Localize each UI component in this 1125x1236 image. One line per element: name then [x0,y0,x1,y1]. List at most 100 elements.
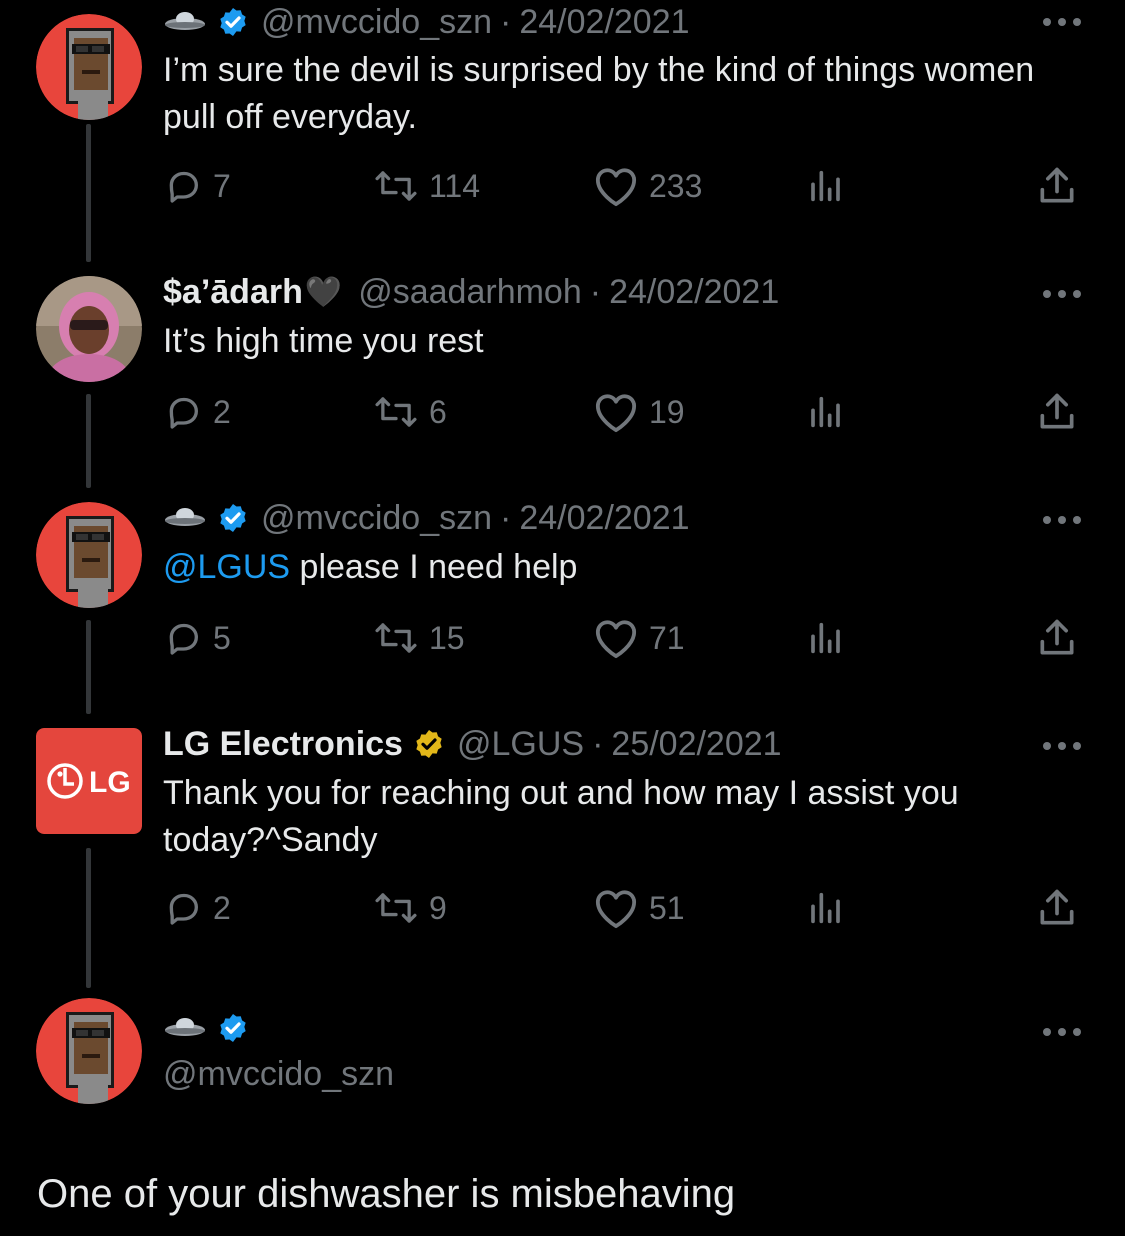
pixel-punk-avatar-icon [36,14,142,120]
avatar[interactable] [36,502,142,608]
verified-badge-icon [220,1014,246,1042]
avatar[interactable] [36,14,142,120]
like-icon [595,620,637,659]
like-button[interactable]: 71 [593,616,685,660]
tweet-text: @LGUS please I need help [163,544,1063,591]
separator-dot: · [592,724,604,763]
reply-icon [169,893,198,925]
like-button[interactable]: 19 [593,390,685,434]
reply-icon [169,397,198,429]
user-handle[interactable]: @LGUS [457,725,584,764]
ufo-emoji-icon [165,12,205,30]
like-icon [595,394,637,433]
tweet-header: $a’ādarh 🖤 @saadarhmoh · 24/02/2021 [163,270,779,314]
tweet-text: Thank you for reaching out and how may I… [163,774,959,859]
like-count: 71 [649,619,685,656]
tweet-actions: 2 9 51 [163,886,1083,930]
tweet-header: @mvccido_szn · 24/02/2021 [163,496,690,540]
tweet[interactable]: $a’ādarh 🖤 @saadarhmoh · 24/02/2021 It’s… [0,250,1125,476]
tweet-subheader: @mvccido_szn [163,1052,394,1096]
like-count: 233 [649,167,703,204]
verified-badge-icon [220,8,246,36]
share-button[interactable] [1035,616,1079,660]
views-button[interactable] [808,164,848,208]
tweet[interactable]: @mvccido_szn · 24/02/2021 I’m sure the d… [0,0,1125,250]
views-icon [811,622,840,654]
avatar[interactable] [36,998,142,1104]
retweet-button[interactable]: 6 [373,390,447,434]
user-handle[interactable]: @mvccido_szn [261,499,492,538]
black-heart-icon: 🖤 [304,275,343,309]
tweet-actions: 2 6 19 [163,390,1083,434]
share-button[interactable] [1035,886,1079,930]
share-button[interactable] [1035,390,1079,434]
verified-badge-icon [220,504,246,532]
pixel-punk-avatar-icon [36,502,142,608]
reply-button[interactable]: 5 [163,616,231,660]
retweet-icon [375,623,417,653]
more-icon[interactable] [1041,288,1083,300]
views-icon [811,170,840,202]
tweet-header: @mvccido_szn · 24/02/2021 [163,0,690,44]
retweet-button[interactable]: 9 [373,886,447,930]
tweet-date[interactable]: 24/02/2021 [519,3,689,42]
views-icon [811,396,840,428]
lg-logo-icon: LG [36,728,142,834]
separator-dot: · [500,2,512,41]
more-icon[interactable] [1041,1026,1083,1038]
user-handle[interactable]: @mvccido_szn [261,3,492,42]
like-count: 51 [649,889,685,926]
user-handle[interactable]: @mvccido_szn [163,1055,394,1094]
display-name[interactable]: LG Electronics [163,725,403,764]
views-button[interactable] [808,886,848,930]
retweet-icon [375,397,417,427]
share-button[interactable] [1035,164,1079,208]
display-name[interactable]: $a’ādarh [163,273,303,312]
tweet-text-body: please I need help [290,548,578,586]
ufo-emoji-icon [165,508,205,526]
retweet-count: 114 [429,167,481,204]
like-button[interactable]: 51 [593,886,685,930]
views-button[interactable] [808,390,848,434]
tweet-date[interactable]: 24/02/2021 [519,499,689,538]
user-handle[interactable]: @saadarhmoh [358,273,582,312]
reply-button[interactable]: 2 [163,886,231,930]
reply-button[interactable]: 7 [163,164,231,208]
views-icon [811,892,840,924]
reply-button[interactable]: 2 [163,390,231,434]
reply-icon [169,171,198,203]
more-icon[interactable] [1041,514,1083,526]
retweet-icon [375,893,417,923]
more-icon[interactable] [1041,740,1083,752]
share-icon [1040,619,1074,655]
more-icon[interactable] [1041,16,1083,28]
verified-gold-badge-icon [416,730,442,758]
tweet-date[interactable]: 25/02/2021 [611,725,781,764]
retweet-icon [375,171,417,201]
like-count: 19 [649,393,685,430]
retweet-button[interactable]: 114 [373,164,480,208]
tweet-actions: 5 15 71 [163,616,1083,660]
share-icon [1040,393,1074,429]
reply-count: 5 [213,619,231,656]
main-tweet[interactable]: @mvccido_szn One of your dishwasher is m… [0,992,1125,1236]
retweet-count: 6 [429,393,447,430]
tweet-date[interactable]: 24/02/2021 [609,273,779,312]
separator-dot: · [589,272,602,311]
views-button[interactable] [808,616,848,660]
photo-avatar-icon [36,276,142,382]
like-icon [595,168,637,207]
tweet[interactable]: @mvccido_szn · 24/02/2021 @LGUS please I… [0,476,1125,702]
main-tweet-text: One of your dishwasher is misbehaving [37,1172,736,1216]
share-icon [1040,167,1074,203]
retweet-button[interactable]: 15 [373,616,465,660]
avatar[interactable]: LG [36,728,142,834]
reply-count: 2 [213,889,231,926]
mention-link[interactable]: @LGUS [163,548,290,586]
pixel-punk-avatar-icon [36,998,142,1104]
tweet[interactable]: LG LG Electronics @LGUS · 25/02/2021 Tha… [0,702,1125,992]
avatar[interactable] [36,276,142,382]
retweet-count: 15 [429,619,465,656]
tweet-text: I’m sure the devil is surprised by the k… [163,51,1035,136]
like-button[interactable]: 233 [593,164,702,208]
